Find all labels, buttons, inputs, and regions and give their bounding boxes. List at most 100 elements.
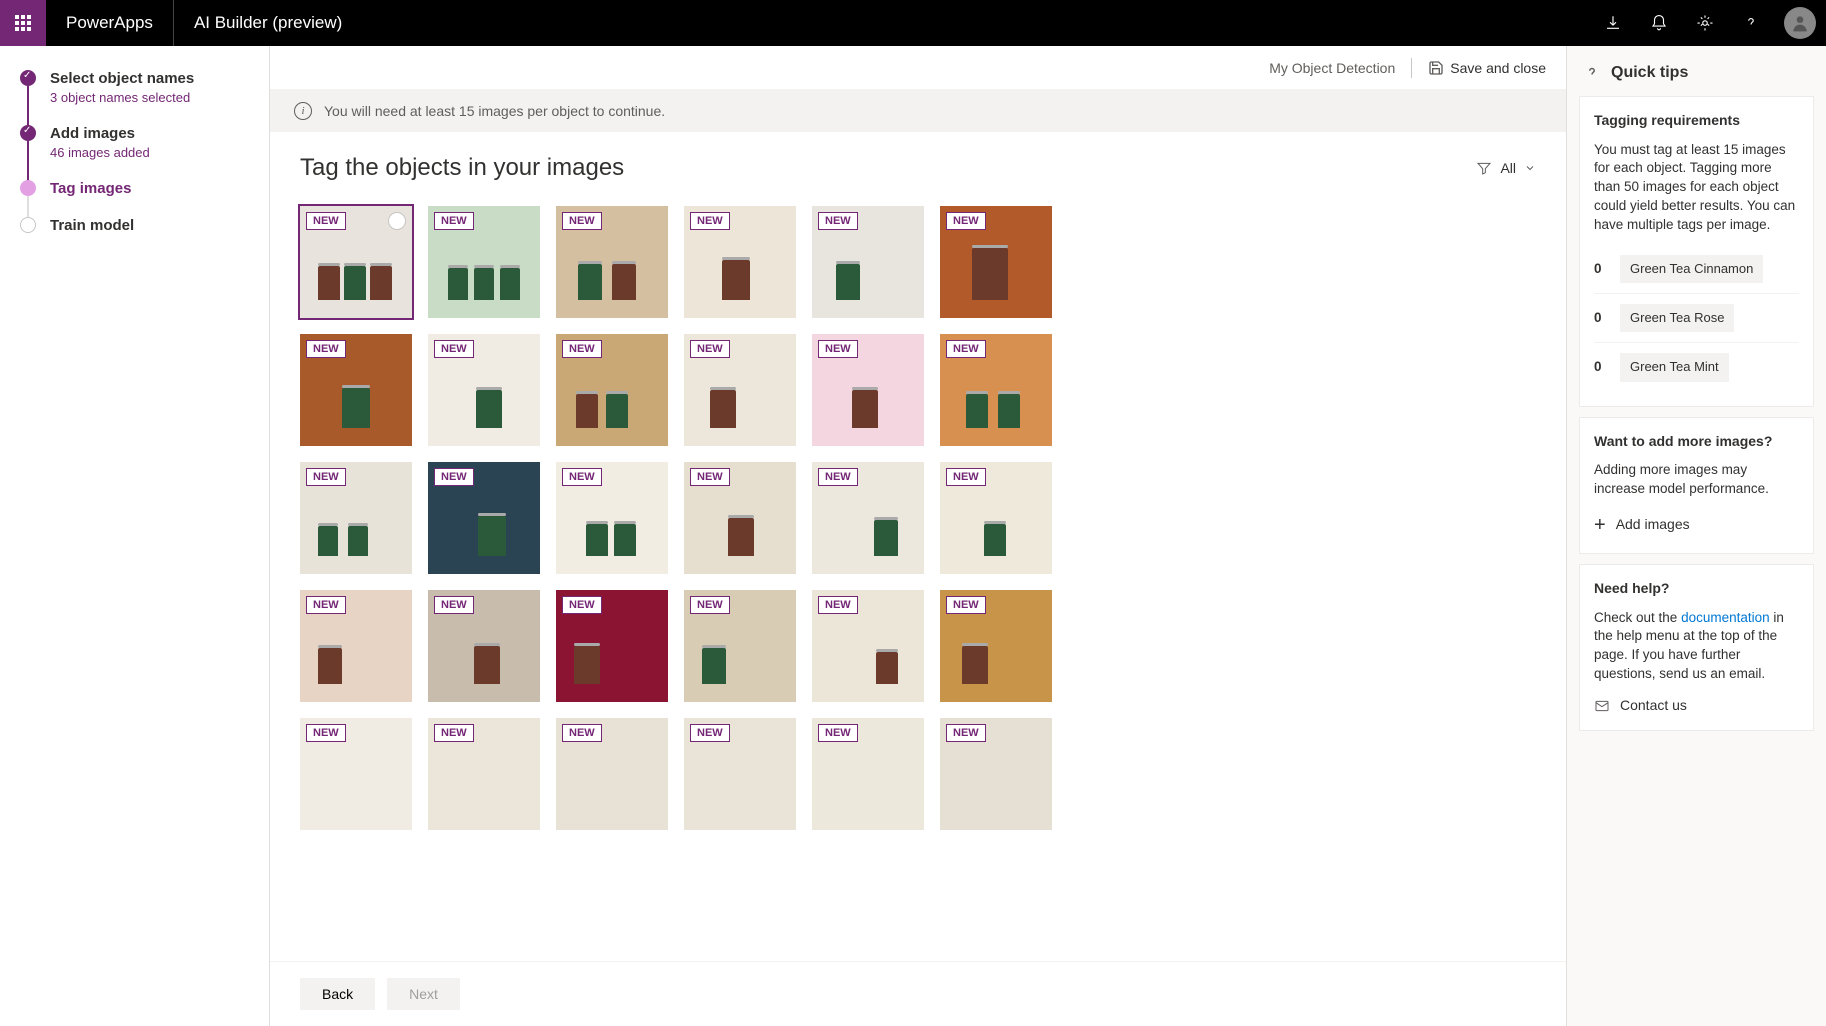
next-button: Next: [387, 978, 460, 1010]
save-close-button[interactable]: Save and close: [1428, 60, 1546, 76]
step-subtitle: 46 images added: [50, 145, 150, 160]
banner-text: You will need at least 15 images per obj…: [324, 103, 665, 119]
image-thumbnail[interactable]: NEW: [940, 462, 1052, 574]
waffle-menu[interactable]: [0, 0, 46, 46]
new-badge: NEW: [306, 596, 346, 614]
new-badge: NEW: [690, 468, 730, 486]
image-thumbnail[interactable]: NEW: [812, 462, 924, 574]
model-name: My Object Detection: [1269, 60, 1395, 76]
tag-count: 0: [1594, 358, 1606, 377]
quick-tips-header: Quick tips: [1579, 58, 1814, 96]
image-thumbnail[interactable]: NEW: [300, 206, 412, 318]
new-badge: NEW: [690, 212, 730, 230]
new-badge: NEW: [434, 212, 474, 230]
image-thumbnail[interactable]: NEW: [556, 334, 668, 446]
image-thumbnail[interactable]: NEW: [684, 462, 796, 574]
image-thumbnail[interactable]: NEW: [812, 206, 924, 318]
step-indicator-icon: [20, 180, 36, 196]
new-badge: NEW: [690, 724, 730, 742]
wizard-steps: Select object names 3 object names select…: [0, 46, 270, 1026]
new-badge: NEW: [562, 212, 602, 230]
image-thumbnail[interactable]: NEW: [428, 718, 540, 830]
tag-progress-row: 0 Green Tea Mint: [1594, 343, 1799, 391]
tag-progress-row: 0 Green Tea Cinnamon: [1594, 245, 1799, 294]
app-header: PowerApps AI Builder (preview): [0, 0, 1826, 46]
user-avatar[interactable]: [1784, 7, 1816, 39]
image-thumbnail[interactable]: NEW: [684, 718, 796, 830]
image-thumbnail[interactable]: NEW: [940, 718, 1052, 830]
tag-count: 0: [1594, 260, 1606, 279]
image-thumbnail[interactable]: NEW: [556, 590, 668, 702]
image-thumbnail[interactable]: NEW: [428, 334, 540, 446]
image-thumbnail[interactable]: NEW: [428, 590, 540, 702]
step-title: Tag images: [50, 180, 131, 197]
wizard-step[interactable]: Tag images: [20, 180, 249, 217]
wizard-step[interactable]: Add images46 images added: [20, 125, 249, 180]
image-thumbnail[interactable]: NEW: [556, 718, 668, 830]
new-badge: NEW: [562, 468, 602, 486]
new-badge: NEW: [818, 212, 858, 230]
download-icon[interactable]: [1590, 0, 1636, 46]
step-subtitle: 3 object names selected: [50, 90, 194, 105]
new-badge: NEW: [946, 212, 986, 230]
image-thumbnail[interactable]: NEW: [684, 334, 796, 446]
image-thumbnail[interactable]: NEW: [556, 206, 668, 318]
wizard-step[interactable]: Select object names 3 object names select…: [20, 70, 249, 125]
new-badge: NEW: [690, 340, 730, 358]
selection-checkmark-icon: [388, 212, 406, 230]
bell-icon[interactable]: [1636, 0, 1682, 46]
image-thumbnail[interactable]: NEW: [300, 334, 412, 446]
step-title: Train model: [50, 217, 134, 234]
tag-label: Green Tea Mint: [1620, 353, 1729, 381]
image-thumbnail[interactable]: NEW: [428, 462, 540, 574]
new-badge: NEW: [946, 724, 986, 742]
new-badge: NEW: [818, 468, 858, 486]
image-thumbnail[interactable]: NEW: [812, 718, 924, 830]
image-thumbnail[interactable]: NEW: [428, 206, 540, 318]
quick-tips-panel: Quick tips Tagging requirements You must…: [1566, 46, 1826, 1026]
add-images-link[interactable]: + Add images: [1594, 511, 1799, 539]
image-thumbnail[interactable]: NEW: [300, 590, 412, 702]
tag-count: 0: [1594, 309, 1606, 328]
new-badge: NEW: [818, 724, 858, 742]
step-title: Select object names: [50, 70, 194, 87]
tag-label: Green Tea Cinnamon: [1620, 255, 1763, 283]
filter-dropdown[interactable]: All: [1476, 160, 1536, 176]
plus-icon: +: [1594, 511, 1606, 539]
help-icon: [1583, 64, 1601, 82]
gear-icon[interactable]: [1682, 0, 1728, 46]
new-badge: NEW: [562, 340, 602, 358]
new-badge: NEW: [434, 340, 474, 358]
main-content: My Object Detection Save and close i You…: [270, 46, 1566, 1026]
new-badge: NEW: [818, 596, 858, 614]
image-thumbnail[interactable]: NEW: [556, 462, 668, 574]
content-scroll[interactable]: Tag the objects in your images All NEWNE…: [270, 132, 1566, 961]
image-thumbnail[interactable]: NEW: [300, 718, 412, 830]
tagging-requirements-card: Tagging requirements You must tag at lea…: [1579, 96, 1814, 407]
step-indicator-icon: [20, 70, 36, 86]
new-badge: NEW: [562, 724, 602, 742]
new-badge: NEW: [306, 340, 346, 358]
info-icon: i: [294, 102, 312, 120]
image-thumbnail[interactable]: NEW: [940, 206, 1052, 318]
new-badge: NEW: [946, 596, 986, 614]
image-thumbnail[interactable]: NEW: [300, 462, 412, 574]
new-badge: NEW: [562, 596, 602, 614]
image-thumbnail[interactable]: NEW: [812, 334, 924, 446]
image-thumbnail[interactable]: NEW: [940, 590, 1052, 702]
image-thumbnail[interactable]: NEW: [684, 590, 796, 702]
new-badge: NEW: [818, 340, 858, 358]
documentation-link[interactable]: documentation: [1681, 610, 1770, 625]
image-thumbnail[interactable]: NEW: [684, 206, 796, 318]
tag-progress-row: 0 Green Tea Rose: [1594, 294, 1799, 343]
new-badge: NEW: [946, 468, 986, 486]
image-thumbnail[interactable]: NEW: [812, 590, 924, 702]
contact-us-link[interactable]: Contact us: [1594, 696, 1799, 716]
new-badge: NEW: [946, 340, 986, 358]
back-button[interactable]: Back: [300, 978, 375, 1010]
help-icon[interactable]: [1728, 0, 1774, 46]
app-name[interactable]: PowerApps: [46, 0, 174, 46]
tag-label: Green Tea Rose: [1620, 304, 1734, 332]
mail-icon: [1594, 698, 1610, 714]
image-thumbnail[interactable]: NEW: [940, 334, 1052, 446]
